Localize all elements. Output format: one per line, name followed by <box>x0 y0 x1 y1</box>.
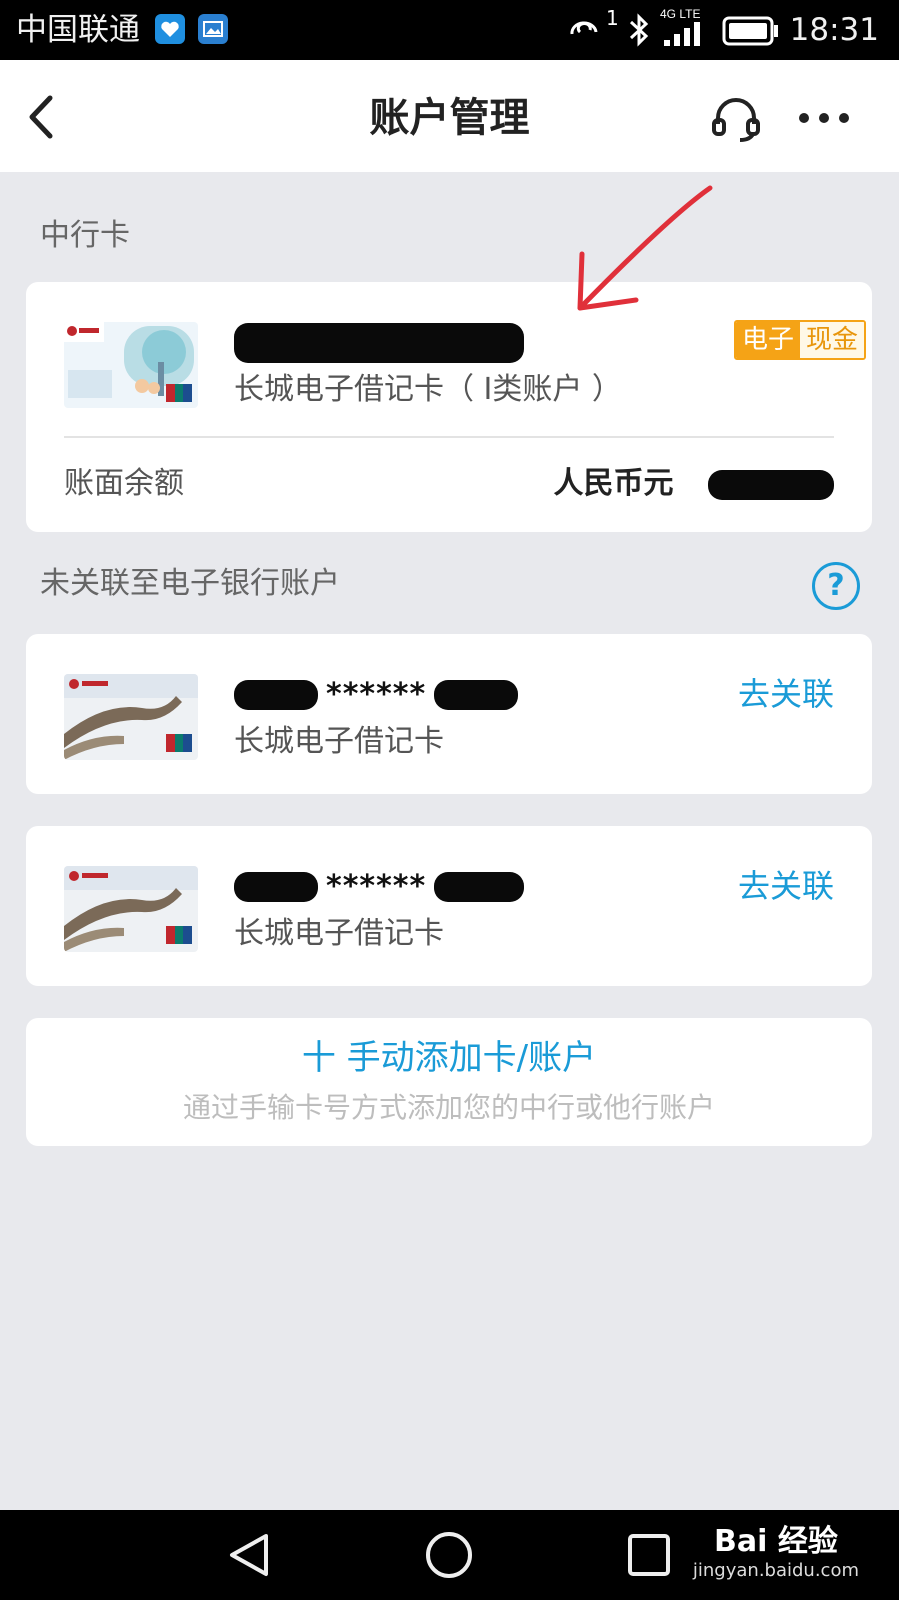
baidu-jingyan-watermark: Bai 经验 jingyan.baidu.com <box>693 1524 859 1582</box>
badge-right: 现金 <box>800 322 864 358</box>
unlinked-card[interactable]: ****** 长城电子借记卡 去关联 <box>26 634 872 794</box>
divider <box>64 436 834 438</box>
link-account-button[interactable]: 去关联 <box>738 864 834 908</box>
debit-card-image <box>64 322 198 408</box>
bluetooth-icon <box>626 12 652 52</box>
home-circle-icon[interactable] <box>424 1530 474 1584</box>
annotation-arrow-icon <box>560 180 720 320</box>
great-wall-card-image <box>64 674 198 760</box>
account-number-redacted <box>234 322 524 363</box>
headset-icon[interactable] <box>710 94 762 144</box>
hd-call-icon <box>566 12 606 52</box>
unlinked-card[interactable]: ****** 长城电子借记卡 去关联 <box>26 826 872 986</box>
balance-value: 人民币元 <box>554 464 834 504</box>
add-account-subtitle: 通过手输卡号方式添加您的中行或他行账户 <box>26 1088 872 1128</box>
gallery-app-icon <box>198 14 228 44</box>
card-type-label: 长城电子借记卡（ I类账户 ） <box>234 370 622 410</box>
recents-square-icon[interactable] <box>626 1530 672 1584</box>
status-bar: 中国联通 1 4G LTE 18:31 <box>0 0 899 60</box>
link-account-button[interactable]: 去关联 <box>738 672 834 716</box>
card-type-label: 长城电子借记卡 <box>234 914 444 954</box>
4g-lte-signal-icon: 4G LTE <box>660 6 710 52</box>
back-triangle-icon[interactable] <box>226 1530 272 1584</box>
help-icon[interactable]: ? <box>812 562 860 610</box>
carrier-name: 中国联通 <box>16 10 140 50</box>
masked-stars: ****** <box>326 869 426 904</box>
watermark-brand: Bai 经验 <box>693 1524 859 1560</box>
battery-icon <box>722 16 780 50</box>
page-title: 账户管理 <box>0 90 899 146</box>
system-nav-bar: Bai 经验 jingyan.baidu.com <box>0 1510 899 1600</box>
hd-call-sup: 1 <box>606 6 619 30</box>
section-label-unlinked: 未关联至电子银行账户 <box>40 564 340 604</box>
svg-text:4G LTE: 4G LTE <box>660 7 700 21</box>
add-account-title: 十 手动添加卡/账户 <box>26 1034 872 1082</box>
balance-redacted <box>708 470 834 500</box>
balance-label: 账面余额 <box>64 464 184 504</box>
great-wall-card-image <box>64 866 198 952</box>
watermark-url: jingyan.baidu.com <box>693 1560 859 1582</box>
section-label-boc-cards: 中行卡 <box>40 216 130 256</box>
nav-bar: 账户管理 <box>0 60 899 172</box>
masked-stars: ****** <box>326 677 426 712</box>
masked-card-number: ****** <box>234 674 518 715</box>
clock: 18:31 <box>790 10 879 50</box>
more-dots-icon[interactable] <box>796 96 852 140</box>
add-account-button[interactable]: 十 手动添加卡/账户 通过手输卡号方式添加您的中行或他行账户 <box>26 1018 872 1146</box>
masked-card-number: ****** <box>234 866 524 907</box>
badge-left: 电子 <box>736 322 800 358</box>
card-type-label: 长城电子借记卡 <box>234 722 444 762</box>
health-app-icon <box>155 14 185 44</box>
currency-label: 人民币元 <box>554 466 674 501</box>
primary-account-card[interactable]: 长城电子借记卡（ I类账户 ） 电子 现金 账面余额 人民币元 <box>26 282 872 532</box>
e-cash-badge: 电子 现金 <box>734 320 866 360</box>
